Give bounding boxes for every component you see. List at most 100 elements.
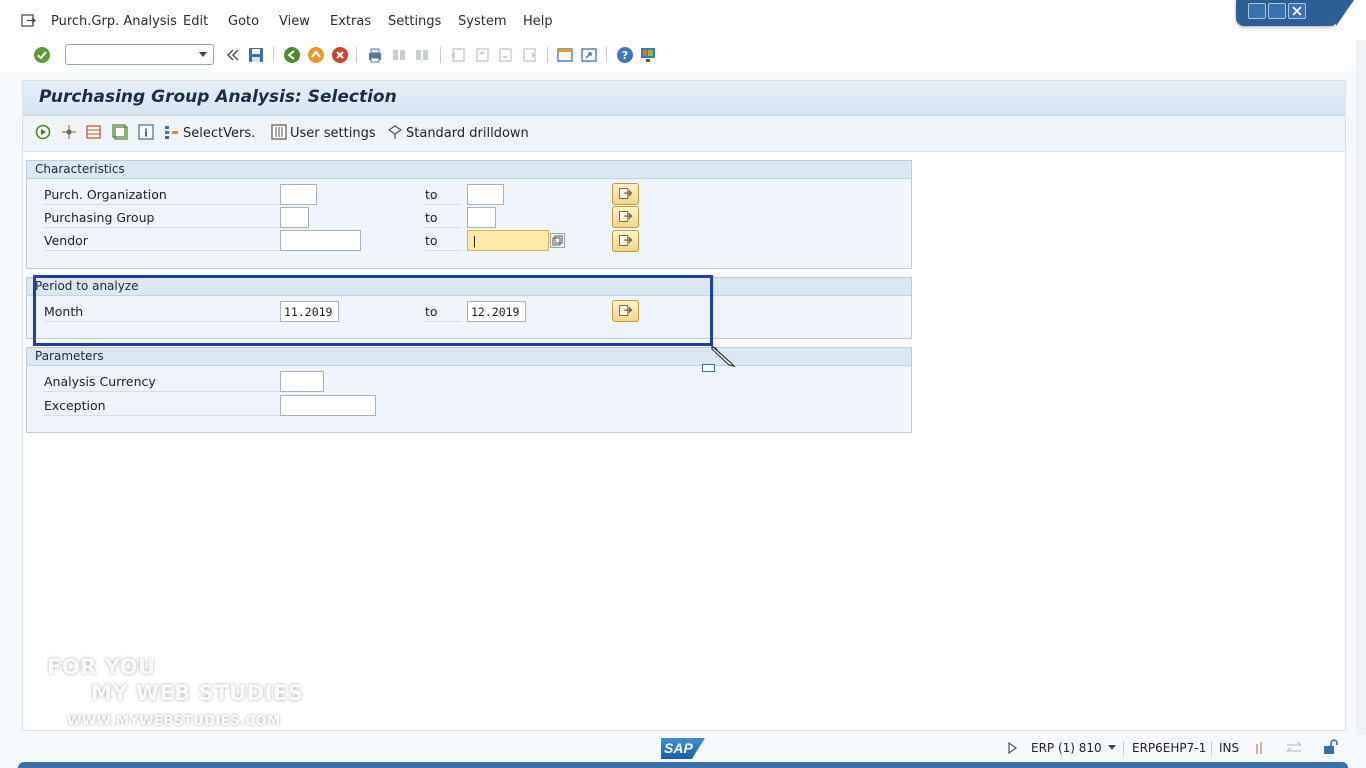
vendor-to-input[interactable]: |: [467, 230, 549, 251]
menu-bar: Purch.Grp. Analysis Edit Goto View Extra…: [0, 0, 1366, 41]
window-controls: [1236, 0, 1354, 26]
multiple-selection-icon: [619, 211, 633, 222]
characteristics-group: Characteristics Purch. Organization to P…: [26, 160, 912, 269]
insert-mode: INS: [1219, 741, 1240, 755]
command-field[interactable]: [65, 44, 214, 65]
system-info[interactable]: ERP (1) 810: [1031, 741, 1102, 755]
enter-icon[interactable]: [33, 46, 51, 64]
get-variant-icon[interactable]: [112, 124, 128, 140]
multiple-selection-icon: [619, 188, 633, 199]
cancel-icon[interactable]: [331, 46, 349, 64]
last-page-icon: [523, 48, 536, 62]
previous-page-icon: [476, 48, 489, 62]
multiple-selection-icon: [619, 305, 633, 316]
customize-layout-icon[interactable]: [639, 46, 657, 64]
month-from-input[interactable]: 11.2019: [280, 301, 339, 322]
page-title: Purchasing Group Analysis: Selection: [39, 87, 397, 107]
period-group: Period to analyze Month 11.2019 to 12.20…: [26, 277, 912, 339]
month-to-label: to: [425, 304, 461, 322]
analysis-currency-label: Analysis Currency: [44, 374, 294, 392]
menu-help[interactable]: Help: [523, 14, 553, 29]
month-to-input[interactable]: 12.2019: [467, 301, 526, 322]
chevron-down-icon[interactable]: [199, 52, 207, 57]
purchasing-group-to-input[interactable]: [467, 207, 496, 228]
purchasing-group-multiple-selection-button[interactable]: [612, 206, 639, 228]
vendor-from-input[interactable]: [280, 230, 361, 251]
sap-logo: SAP: [661, 738, 705, 759]
chevron-down-icon[interactable]: [1108, 745, 1116, 750]
svg-text:i: i: [144, 127, 148, 140]
menu-exit-icon[interactable]: [21, 14, 36, 27]
vendor-label: Vendor: [44, 233, 294, 251]
menu-edit[interactable]: Edit: [183, 14, 208, 29]
analysis-currency-input[interactable]: [280, 371, 324, 392]
select-version-icon[interactable]: [164, 124, 180, 140]
menu-settings[interactable]: Settings: [388, 14, 441, 29]
scroll-edge: [1356, 40, 1366, 740]
purch-org-multiple-selection-button[interactable]: [612, 183, 639, 205]
menu-view[interactable]: View: [279, 14, 310, 29]
period-header: Period to analyze: [27, 278, 911, 296]
purch-org-from-input[interactable]: [280, 184, 317, 205]
vendor-multiple-selection-button[interactable]: [612, 230, 639, 252]
first-page-icon: [451, 48, 465, 62]
move-icon[interactable]: [61, 124, 77, 140]
purch-org-to-label: to: [425, 187, 461, 205]
parameters-header: Parameters: [27, 348, 911, 366]
watermark-line-1: FOR YOU: [47, 655, 156, 679]
lock-icon[interactable]: [1322, 738, 1340, 756]
connection-icon: [1256, 742, 1262, 754]
taskbar-edge: [18, 762, 1348, 768]
play-icon[interactable]: [1008, 742, 1017, 754]
find-icon: [393, 50, 405, 60]
month-label: Month: [44, 304, 294, 322]
exception-label: Exception: [44, 398, 294, 416]
exit-icon[interactable]: [307, 46, 325, 64]
month-multiple-selection-button[interactable]: [612, 300, 639, 322]
characteristics-header: Characteristics: [27, 161, 911, 179]
exception-input[interactable]: [280, 395, 376, 416]
info-icon[interactable]: i: [138, 124, 154, 140]
standard-drilldown-button[interactable]: Standard drilldown: [406, 126, 529, 141]
purch-org-to-input[interactable]: [467, 184, 504, 205]
application-toolbar: i SelectVers. User settings Standard dri…: [23, 116, 1345, 152]
maximize-icon[interactable]: [1268, 3, 1286, 19]
shortcut-icon[interactable]: [580, 46, 598, 64]
save-icon[interactable]: [247, 46, 265, 64]
drilldown-icon[interactable]: [387, 124, 403, 140]
variant-icon[interactable]: [86, 124, 102, 140]
menu-goto[interactable]: Goto: [228, 14, 259, 29]
execute-icon[interactable]: [35, 124, 51, 140]
double-chevron-left-icon[interactable]: [224, 46, 242, 64]
multiple-selection-icon: [619, 235, 633, 246]
watermark-line-3: WWW.MYWEBSTUDIES.COM: [67, 714, 281, 729]
search-help-icon[interactable]: [550, 233, 565, 248]
purchasing-group-to-label: to: [425, 210, 461, 228]
print-icon[interactable]: [366, 46, 384, 64]
purchasing-group-label: Purchasing Group: [44, 210, 294, 228]
menu-extras[interactable]: Extras: [330, 14, 371, 29]
back-icon[interactable]: [283, 46, 301, 64]
select-vers-button[interactable]: SelectVers.: [183, 126, 255, 141]
svg-text:?: ?: [622, 49, 628, 62]
server-info: ERP6EHP7-1: [1132, 741, 1207, 755]
user-settings-button[interactable]: User settings: [290, 126, 376, 141]
menu-purch-grp-analysis[interactable]: Purch.Grp. Analysis: [51, 14, 177, 29]
next-page-icon: [499, 48, 512, 62]
find-next-icon: [416, 50, 428, 62]
close-icon[interactable]: [1288, 3, 1306, 19]
title-bar: Purchasing Group Analysis: Selection: [23, 81, 1345, 116]
menu-system[interactable]: System: [458, 14, 506, 29]
resize-handle: [702, 364, 715, 372]
transfer-icon: [1286, 741, 1302, 752]
watermark-line-2: MY WEB STUDIES: [91, 681, 304, 705]
new-session-icon[interactable]: [556, 46, 574, 64]
minimize-icon[interactable]: [1248, 3, 1266, 19]
purch-org-label: Purch. Organization: [44, 187, 294, 205]
main-panel: Purchasing Group Analysis: Selection i S…: [22, 80, 1346, 731]
vendor-to-label: to: [425, 233, 461, 251]
purchasing-group-from-input[interactable]: [280, 207, 309, 228]
help-icon[interactable]: ?: [616, 46, 634, 64]
parameters-group: Parameters Analysis Currency Exception: [26, 347, 912, 433]
user-settings-icon[interactable]: [271, 124, 287, 140]
